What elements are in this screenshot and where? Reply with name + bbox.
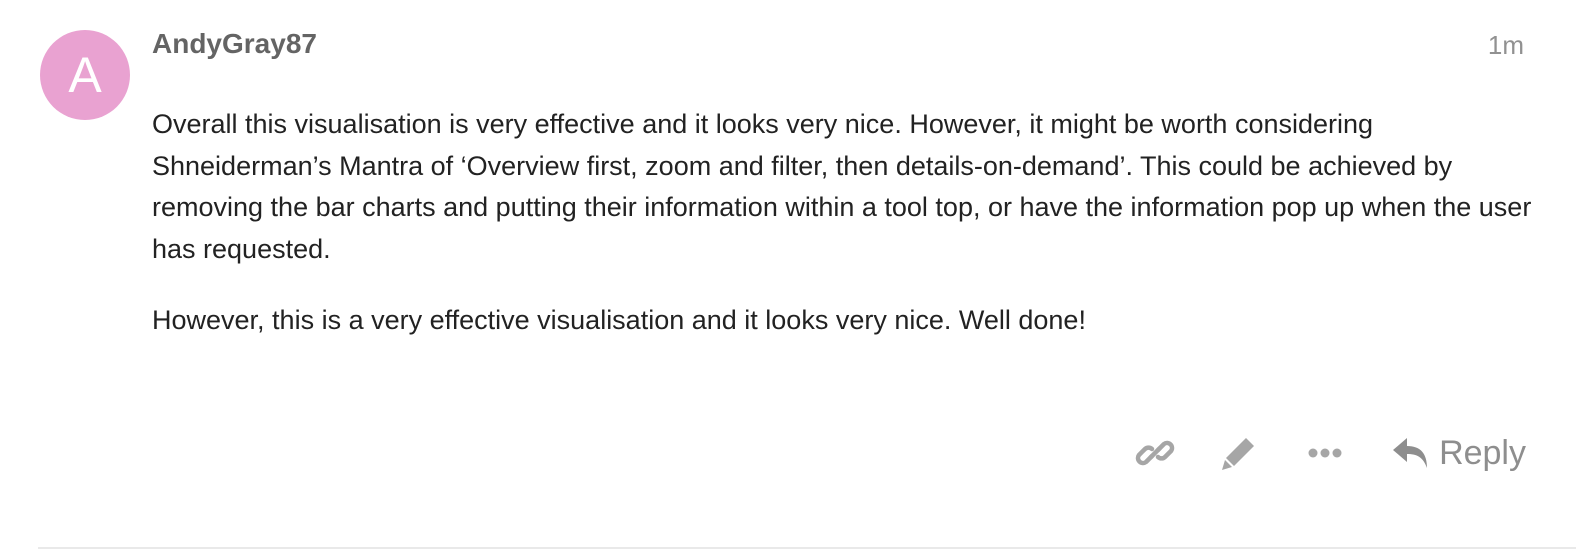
post-timestamp[interactable]: 1m — [1488, 30, 1524, 61]
user-avatar[interactable]: A — [40, 30, 130, 120]
reply-arrow-icon — [1393, 438, 1428, 468]
ellipsis-icon — [1308, 448, 1342, 458]
reply-label: Reply — [1439, 433, 1526, 472]
avatar-letter: A — [68, 47, 102, 103]
link-icon — [1135, 440, 1175, 466]
post-paragraph-1: Overall this visualisation is very effec… — [152, 109, 1532, 264]
more-options-button[interactable] — [1297, 425, 1353, 481]
post-paragraph-2: However, this is a very effective visual… — [152, 305, 1086, 335]
pencil-icon — [1222, 438, 1255, 470]
post-body: Overall this visualisation is very effec… — [152, 104, 1532, 372]
edit-button[interactable] — [1211, 425, 1267, 481]
post-author-username[interactable]: AndyGray87 — [152, 28, 317, 60]
forum-post: A AndyGray87 1m Overall this visualisati… — [0, 0, 1576, 552]
reply-button[interactable]: Reply — [1393, 425, 1526, 481]
share-link-button[interactable] — [1127, 425, 1183, 481]
post-divider — [38, 547, 1576, 549]
post-actions: Reply — [1127, 425, 1526, 481]
